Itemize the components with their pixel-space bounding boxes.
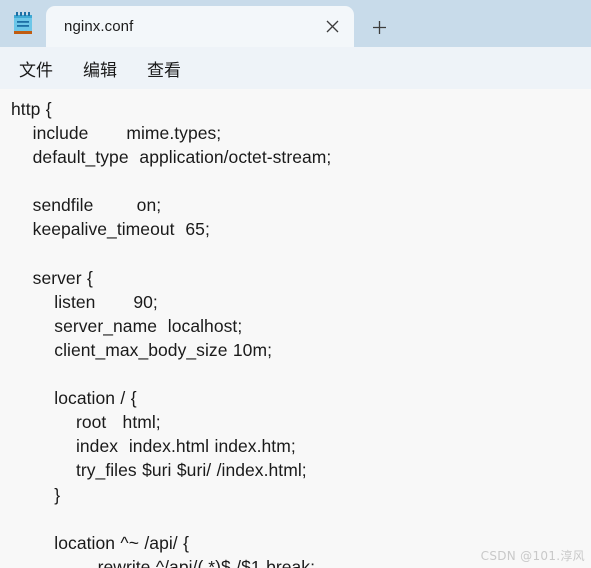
menu-item-view[interactable]: 查看 bbox=[138, 53, 190, 84]
text-editor-area[interactable]: http { include mime.types; default_type … bbox=[0, 89, 591, 568]
tab-nginx-conf[interactable]: nginx.conf bbox=[46, 6, 354, 47]
notepad-window: nginx.conf 文件 编辑 查看 http { include mime.… bbox=[0, 0, 591, 568]
csdn-watermark: CSDN @101.淳风 bbox=[480, 549, 585, 563]
new-tab-button[interactable] bbox=[364, 12, 394, 42]
tab-strip: nginx.conf bbox=[0, 0, 591, 47]
tab-title: nginx.conf bbox=[64, 18, 134, 35]
plus-icon bbox=[372, 20, 387, 35]
menu-item-edit[interactable]: 编辑 bbox=[74, 53, 126, 84]
notepad-icon bbox=[11, 11, 35, 36]
editor-content[interactable]: http { include mime.types; default_type … bbox=[0, 89, 591, 568]
menu-item-file[interactable]: 文件 bbox=[10, 53, 62, 84]
close-icon[interactable] bbox=[317, 12, 347, 42]
menu-bar: 文件 编辑 查看 bbox=[0, 47, 591, 89]
